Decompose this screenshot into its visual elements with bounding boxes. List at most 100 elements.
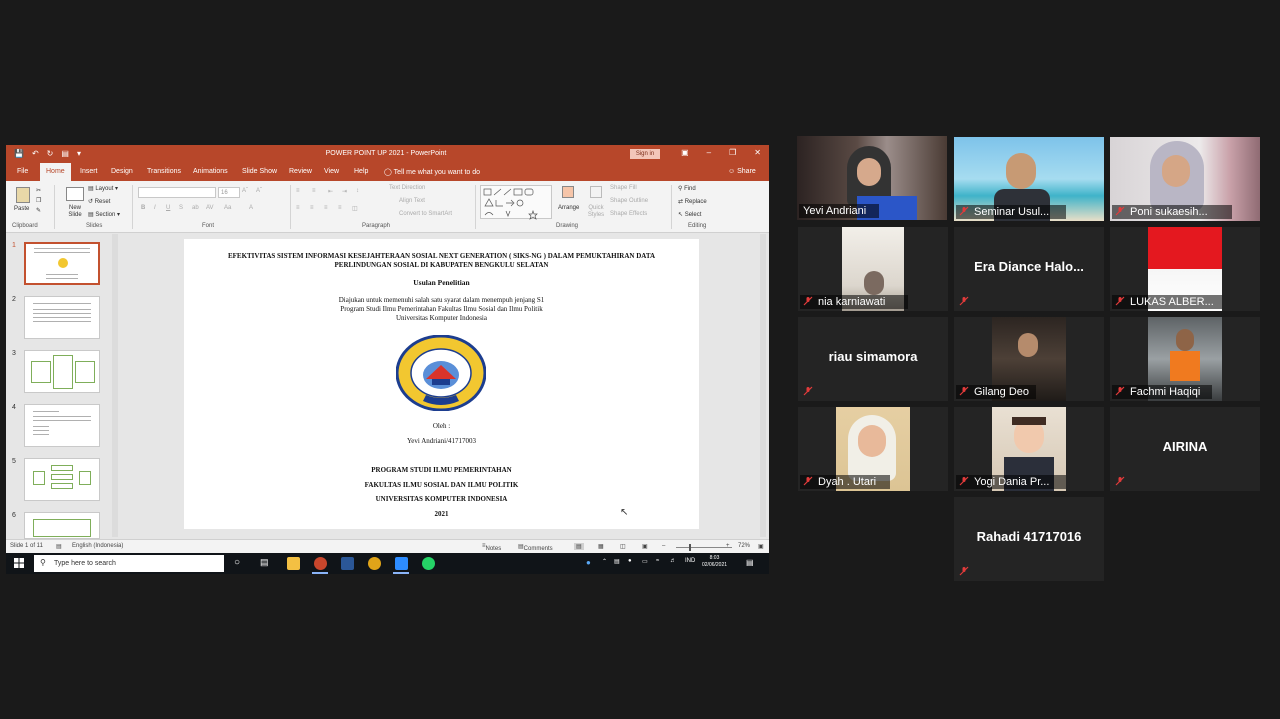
arrange-button[interactable]: Arrange [558, 205, 579, 211]
sign-in-button[interactable]: Sign in [630, 149, 660, 159]
align-right-icon[interactable]: ≡ [324, 205, 328, 211]
grow-font-icon[interactable]: Aˆ [242, 188, 248, 194]
current-slide[interactable]: EFEKTIVITAS SISTEM INFORMASI KESEJAHTERA… [184, 239, 699, 529]
tab-home[interactable]: Home [40, 163, 71, 181]
powerpoint-icon[interactable] [314, 557, 327, 570]
justify-icon[interactable]: ≡ [338, 205, 342, 211]
slide-thumbnail[interactable] [24, 512, 100, 539]
undo-icon[interactable]: ↶ [32, 149, 39, 158]
participant-tile[interactable]: LUKAS ALBER... [1110, 227, 1260, 311]
line-spacing-icon[interactable]: ↕ [356, 188, 359, 194]
layout-button[interactable]: ▤ Layout ▾ [88, 185, 118, 192]
notification-icon[interactable]: ▤ [746, 558, 754, 567]
zoom-in-icon[interactable]: + [726, 543, 730, 549]
notes-button[interactable]: ≡ Notes [482, 543, 501, 552]
redo-icon[interactable]: ↻ [47, 149, 54, 158]
tab-animations[interactable]: Animations [193, 168, 228, 175]
network-tray-icon[interactable]: ▤ [614, 558, 620, 565]
input-language[interactable]: IND [685, 558, 695, 564]
chevron-up-icon[interactable]: ⌃ [602, 558, 607, 565]
shape-effects-button[interactable]: Shape Effects [610, 211, 647, 217]
bullets-icon[interactable]: ≡ [296, 188, 300, 194]
shape-fill-button[interactable]: Shape Fill [610, 185, 637, 191]
paste-button[interactable]: Paste [14, 206, 29, 212]
taskbar-clock[interactable]: 8:03 02/06/2021 [702, 555, 727, 569]
chrome-icon[interactable] [368, 557, 381, 570]
bold-icon[interactable]: B [141, 205, 145, 211]
zoom-slider-handle[interactable] [689, 544, 691, 551]
section-button[interactable]: ▤ Section ▾ [88, 211, 120, 218]
slide-thumbnail[interactable] [24, 458, 100, 501]
microphone-tray-icon[interactable]: ● [628, 558, 632, 564]
cortana-icon[interactable]: ○ [234, 557, 240, 568]
columns-icon[interactable]: ◫ [352, 205, 358, 212]
participant-tile[interactable]: Yevi Andriani [797, 136, 947, 220]
clipboard-icon[interactable] [16, 187, 30, 203]
tab-help[interactable]: Help [354, 168, 368, 175]
participant-tile[interactable]: Gilang Deo [954, 317, 1104, 401]
increase-indent-icon[interactable]: ⇥ [342, 188, 347, 195]
underline-icon[interactable]: U [166, 205, 170, 211]
zoom-out-icon[interactable]: – [662, 543, 665, 549]
change-case-icon[interactable]: Aa [224, 205, 231, 211]
participant-tile[interactable]: Seminar Usul... [954, 137, 1104, 221]
tab-review[interactable]: Review [289, 168, 312, 175]
text-direction-button[interactable]: Text Direction [389, 185, 425, 191]
minimize-icon[interactable]: – [707, 148, 711, 157]
thumbnails-scrollbar[interactable] [112, 234, 118, 537]
normal-view-icon[interactable]: ▤ [574, 543, 584, 550]
tab-design[interactable]: Design [111, 168, 133, 175]
align-left-icon[interactable]: ≡ [296, 205, 300, 211]
replace-button[interactable]: ⇄ Replace [678, 198, 707, 205]
fit-to-window-icon[interactable]: ▣ [758, 543, 764, 550]
slide-thumbnail[interactable] [24, 296, 100, 339]
arrange-icon[interactable] [562, 186, 574, 198]
strikethrough-icon[interactable]: ab [192, 205, 199, 211]
word-icon[interactable] [341, 557, 354, 570]
font-name-input[interactable] [138, 187, 216, 198]
participant-tile[interactable]: Poni sukaesih... [1110, 137, 1260, 221]
file-explorer-icon[interactable] [287, 557, 300, 570]
help-icon[interactable]: ● [586, 558, 591, 567]
zoom-app-icon[interactable] [395, 557, 408, 570]
copy-icon[interactable]: ❐ [36, 197, 41, 204]
battery-icon[interactable]: ▭ [642, 558, 648, 565]
new-slide-button[interactable]: New Slide [65, 205, 85, 219]
convert-smartart-button[interactable]: Convert to SmartArt [399, 211, 452, 217]
tab-insert[interactable]: Insert [80, 168, 98, 175]
participant-tile[interactable]: riau simamora [798, 317, 948, 401]
comments-button[interactable]: ▤ Comments [518, 543, 553, 552]
font-color-icon[interactable]: A [249, 205, 253, 211]
close-icon[interactable]: ✕ [754, 148, 761, 157]
taskbar-search-box[interactable]: ⚲ Type here to search [34, 555, 224, 572]
maximize-icon[interactable]: ❐ [729, 148, 736, 157]
shadow-icon[interactable]: S [179, 205, 183, 211]
align-center-icon[interactable]: ≡ [310, 205, 314, 211]
slide-sorter-icon[interactable]: ▦ [598, 543, 604, 550]
slide-thumbnail[interactable] [24, 404, 100, 447]
windows-start-icon[interactable] [14, 558, 24, 568]
shapes-gallery[interactable] [480, 185, 552, 220]
participant-tile[interactable]: Fachmi Haqiqi [1110, 317, 1260, 401]
align-text-button[interactable]: Align Text [399, 198, 425, 204]
zoom-slider[interactable] [676, 547, 732, 548]
slide-thumbnail[interactable] [24, 242, 100, 285]
reading-view-icon[interactable]: ◫ [620, 543, 626, 550]
participant-tile[interactable]: nia karniawati [798, 227, 948, 311]
volume-icon[interactable]: ♬ [670, 558, 676, 564]
italic-icon[interactable]: I [154, 205, 156, 211]
font-size-input[interactable]: 16 [218, 187, 240, 198]
shape-outline-button[interactable]: Shape Outline [610, 198, 648, 204]
participant-tile[interactable]: AIRINA [1110, 407, 1260, 491]
start-presentation-icon[interactable]: ▤ [61, 149, 69, 158]
chevron-down-icon[interactable]: ▾ [77, 149, 81, 158]
share-button[interactable]: ☺ Share [728, 168, 756, 175]
participant-tile[interactable]: Dyah . Utari [798, 407, 948, 491]
quick-styles-button[interactable]: Quick Styles [586, 205, 606, 219]
canvas-scrollbar[interactable] [760, 234, 766, 537]
new-slide-icon[interactable] [66, 187, 84, 201]
reset-button[interactable]: ↺ Reset [88, 198, 110, 205]
task-view-icon[interactable]: ▤ [260, 557, 269, 568]
spellcheck-icon[interactable]: ▤ [56, 543, 62, 550]
save-icon[interactable]: 💾 [14, 149, 24, 158]
